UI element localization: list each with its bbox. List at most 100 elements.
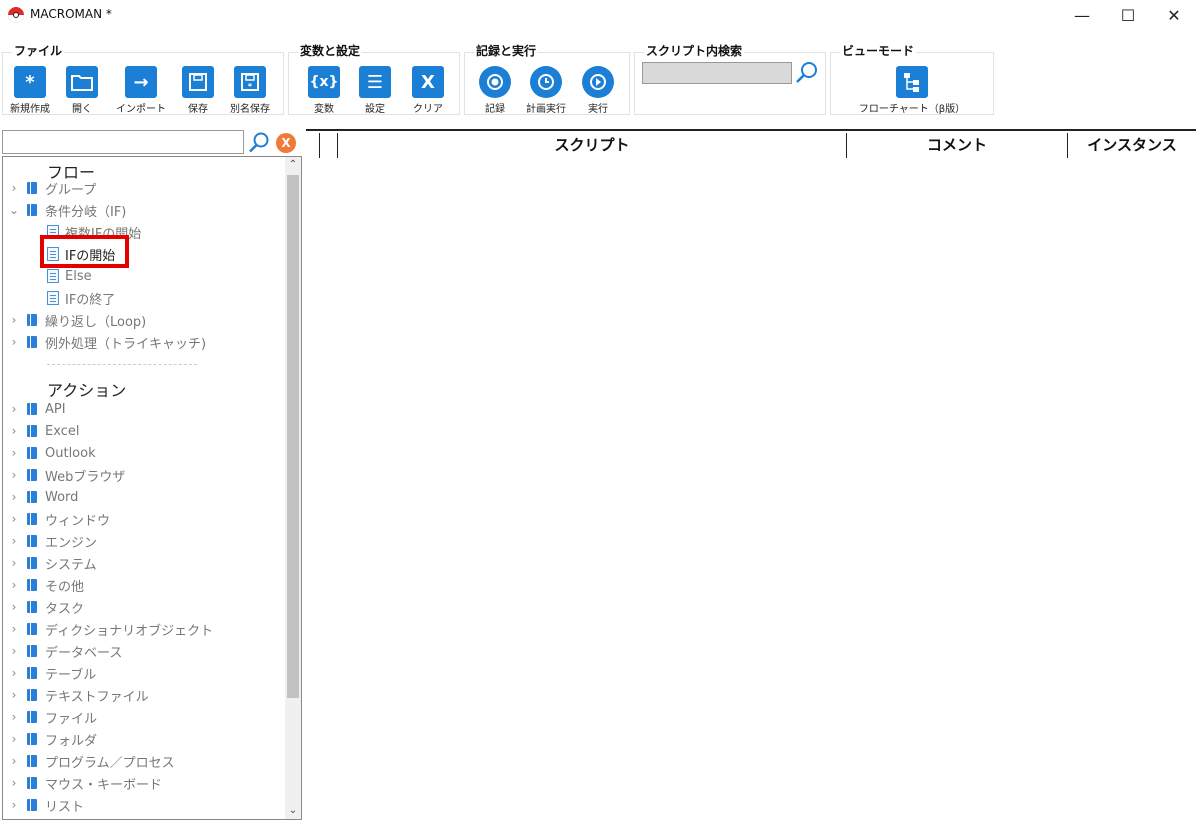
clear-button[interactable]: X クリア (398, 66, 458, 115)
section-divider (47, 364, 197, 365)
close-button[interactable]: ✕ (1151, 0, 1197, 30)
tree-item-if-end[interactable]: IFの終了 (47, 288, 115, 308)
scroll-down-icon[interactable]: ⌄ (285, 803, 301, 819)
tree-item-if[interactable]: ⌄ 条件分岐（IF) (7, 200, 126, 220)
chevron-right-icon[interactable]: › (7, 512, 21, 526)
chevron-right-icon[interactable]: › (7, 313, 21, 327)
chevron-right-icon[interactable]: › (7, 534, 21, 548)
tree-item-action[interactable]: › ディクショナリオブジェクト (7, 619, 214, 639)
document-icon (47, 291, 59, 305)
maximize-button[interactable]: ☐ (1105, 0, 1151, 30)
chevron-right-icon[interactable]: › (7, 490, 21, 504)
scroll-up-icon[interactable]: ⌃ (285, 157, 301, 173)
file-group-title: ファイル (12, 42, 65, 59)
minimize-button[interactable]: — (1059, 0, 1105, 30)
tree-item-action[interactable]: › Outlook (7, 443, 96, 463)
chevron-right-icon[interactable]: › (7, 732, 21, 746)
tree-item-action[interactable]: › マウス・キーボード (7, 773, 162, 793)
play-icon (582, 66, 614, 98)
chevron-right-icon[interactable]: › (7, 710, 21, 724)
run-button[interactable]: 実行 (568, 66, 628, 115)
book-icon (27, 755, 37, 767)
tree-scrollbar[interactable]: ⌃ ⌄ (285, 157, 301, 819)
chevron-right-icon[interactable]: › (7, 446, 21, 460)
search-icon[interactable] (794, 60, 820, 86)
action-search-input[interactable] (2, 130, 244, 154)
file-group: ファイル * 新規作成 開く → インポート 保存 * 別名保存 (2, 40, 284, 115)
tree-item-action[interactable]: › データベース (7, 641, 123, 661)
chevron-right-icon[interactable]: › (7, 776, 21, 790)
tree-item-action[interactable]: › プログラム／プロセス (7, 751, 175, 771)
book-icon (27, 645, 37, 657)
tree-item-action[interactable]: › テキストファイル (7, 685, 149, 705)
chevron-right-icon[interactable]: › (7, 578, 21, 592)
book-icon (27, 491, 37, 503)
book-icon (27, 799, 37, 811)
column-instance[interactable]: インスタンス (1068, 131, 1196, 158)
chevron-right-icon[interactable]: › (7, 556, 21, 570)
tree-item-action[interactable]: › API (7, 399, 66, 419)
clear-icon: X (412, 66, 444, 98)
tree-item-try-catch[interactable]: › 例外処理（トライキャッチ) (7, 332, 206, 352)
chevron-right-icon[interactable]: › (7, 688, 21, 702)
book-icon (27, 777, 37, 789)
variables-group: 変数と設定 {x} 変数 ☰ 設定 X クリア (288, 40, 460, 115)
tree-item-action[interactable]: › エンジン (7, 531, 97, 551)
app-logo-icon (8, 7, 24, 23)
book-icon (27, 447, 37, 459)
book-icon (27, 623, 37, 635)
chevron-right-icon[interactable]: › (7, 424, 21, 438)
tree-item-action[interactable]: › ファイル (7, 707, 97, 727)
clear-search-icon[interactable]: X (276, 133, 296, 153)
chevron-right-icon[interactable]: › (7, 402, 21, 416)
book-icon (27, 314, 37, 326)
record-icon (479, 66, 511, 98)
ribbon: ファイル * 新規作成 開く → インポート 保存 * 別名保存 変数と設定 {… (0, 40, 1200, 120)
tree-item-loop[interactable]: › 繰り返し（Loop) (7, 310, 147, 330)
tree-item-action[interactable]: › システム (7, 553, 97, 573)
chevron-right-icon[interactable]: › (7, 335, 21, 349)
chevron-right-icon[interactable]: › (7, 468, 21, 482)
title-bar: MACROMAN * — ☐ ✕ (0, 0, 1200, 30)
flowchart-button[interactable]: フローチャート（β版） (859, 66, 965, 115)
book-icon (27, 689, 37, 701)
tree-item-action[interactable]: › タスク (7, 597, 84, 617)
tree-item-action[interactable]: › その他 (7, 575, 84, 595)
script-search-input[interactable] (642, 62, 792, 84)
column-comment[interactable]: コメント (847, 131, 1067, 158)
record-group-title: 記録と実行 (474, 42, 539, 59)
book-icon (27, 733, 37, 745)
record-group: 記録と実行 記録 計画実行 実行 (464, 40, 630, 115)
tree-item-action[interactable]: › ウィンドウ (7, 509, 110, 529)
book-icon (27, 336, 37, 348)
action-tree: ⌃ ⌄ フロー › グループ ⌄ 条件分岐（IF) 複数IFの開始 IFの開始 … (2, 156, 302, 820)
save-icon (182, 66, 214, 98)
save-as-button[interactable]: * 別名保存 (220, 66, 280, 115)
chevron-right-icon[interactable]: › (7, 754, 21, 768)
highlight-box (40, 235, 129, 268)
tree-item-group[interactable]: › グループ (7, 178, 97, 198)
list-icon: ☰ (359, 66, 391, 98)
tree-item-action[interactable]: › リスト (7, 795, 84, 815)
tree-item-else[interactable]: Else (47, 266, 92, 286)
book-icon (27, 557, 37, 569)
folder-icon (66, 66, 98, 98)
chevron-right-icon[interactable]: › (7, 181, 21, 195)
chevron-right-icon[interactable]: › (7, 622, 21, 636)
scroll-thumb[interactable] (287, 175, 299, 698)
book-icon (27, 711, 37, 723)
variable-icon: {x} (308, 66, 340, 98)
tree-item-action[interactable]: › Webブラウザ (7, 465, 126, 485)
chevron-right-icon[interactable]: › (7, 798, 21, 812)
column-script[interactable]: スクリプト (338, 131, 846, 158)
chevron-right-icon[interactable]: › (7, 644, 21, 658)
chevron-right-icon[interactable]: › (7, 600, 21, 614)
tree-item-action[interactable]: › テーブル (7, 663, 97, 683)
search-icon[interactable] (247, 131, 271, 155)
chevron-down-icon[interactable]: ⌄ (7, 203, 21, 217)
tree-item-action[interactable]: › フォルダ (7, 729, 97, 749)
tree-item-action[interactable]: › Word (7, 487, 79, 507)
chevron-right-icon[interactable]: › (7, 666, 21, 680)
document-icon (47, 269, 59, 283)
tree-item-action[interactable]: › Excel (7, 421, 80, 441)
